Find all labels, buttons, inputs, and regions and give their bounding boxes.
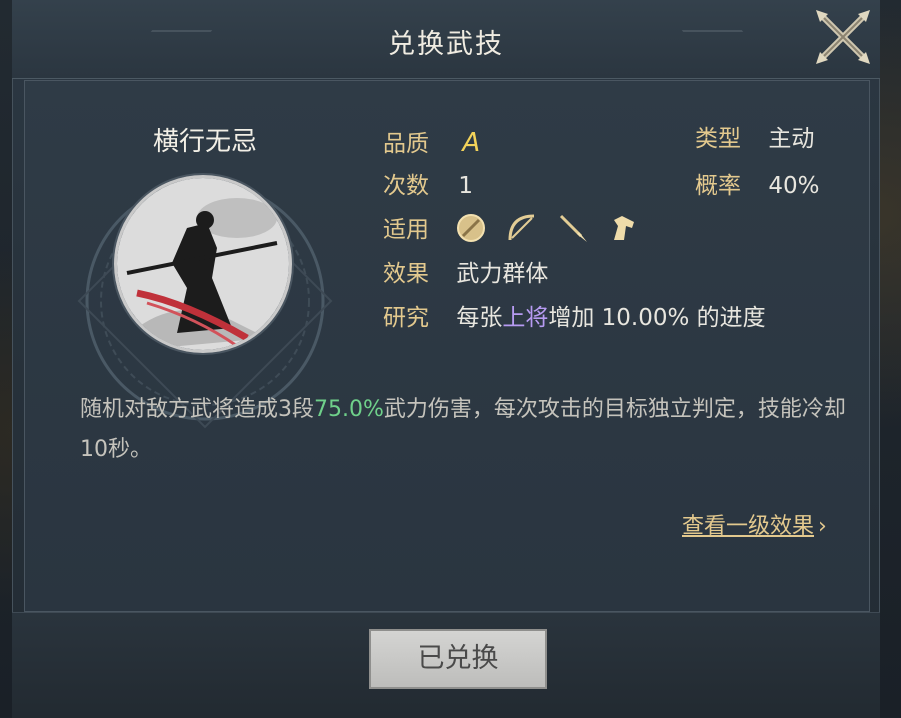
type-row: 类型 主动 — [695, 124, 814, 154]
research-prefix: 每张 — [456, 305, 503, 331]
quality-row: 品质 A — [383, 128, 480, 158]
research-row: 研究 每张上将增加 10.00% 的进度 — [383, 303, 766, 333]
skill-portrait — [114, 175, 292, 353]
dialog-header: 兑换武技 — [12, 0, 880, 79]
exchange-skill-dialog: 兑换武技 横行无忌 品质 A 类型 主动 次数 1 概率 40% 适用 效果 武… — [12, 0, 880, 718]
quality-label: 品质 — [383, 131, 429, 157]
quality-value: A — [462, 128, 481, 158]
chance-label: 概率 — [695, 173, 741, 199]
count-row: 次数 1 — [383, 171, 473, 201]
horse-icon — [608, 212, 640, 244]
count-label: 次数 — [383, 173, 429, 199]
redeemed-button[interactable]: 已兑换 — [369, 629, 547, 689]
shield-icon — [455, 212, 487, 244]
research-suffix: 增加 10.00% 的进度 — [548, 305, 766, 331]
spear-icon — [557, 212, 589, 244]
chance-row: 概率 40% — [695, 171, 819, 201]
applies-row: 适用 — [383, 215, 429, 245]
research-highlight: 上将 — [502, 305, 549, 331]
close-crossed-swords-icon — [816, 10, 870, 64]
skill-name: 横行无忌 — [152, 127, 257, 157]
view-level-one-label: 查看一级效果 — [682, 514, 815, 539]
bow-icon — [506, 212, 538, 244]
description-prefix: 随机对敌方武将造成3段 — [80, 397, 314, 422]
effect-label: 效果 — [383, 261, 429, 287]
close-button[interactable] — [812, 6, 874, 68]
chance-value: 40% — [768, 173, 820, 199]
type-label: 类型 — [695, 126, 741, 152]
type-value: 主动 — [768, 126, 815, 152]
count-value: 1 — [458, 173, 473, 199]
view-level-one-link[interactable]: 查看一级效果 › — [682, 508, 827, 540]
description-highlight: 75.0% — [314, 397, 384, 422]
chevron-right-icon: › — [818, 514, 827, 539]
effect-value: 武力群体 — [456, 261, 549, 287]
effect-row: 效果 武力群体 — [383, 259, 548, 289]
applies-label: 适用 — [383, 217, 429, 243]
dialog-title: 兑换武技 — [388, 29, 504, 60]
research-label: 研究 — [383, 305, 429, 331]
warrior-silhouette-icon — [117, 178, 289, 350]
applies-icons — [455, 212, 654, 248]
skill-description: 随机对敌方武将造成3段75.0%武力伤害，每次攻击的目标独立判定，技能冷却10秒… — [80, 390, 850, 470]
